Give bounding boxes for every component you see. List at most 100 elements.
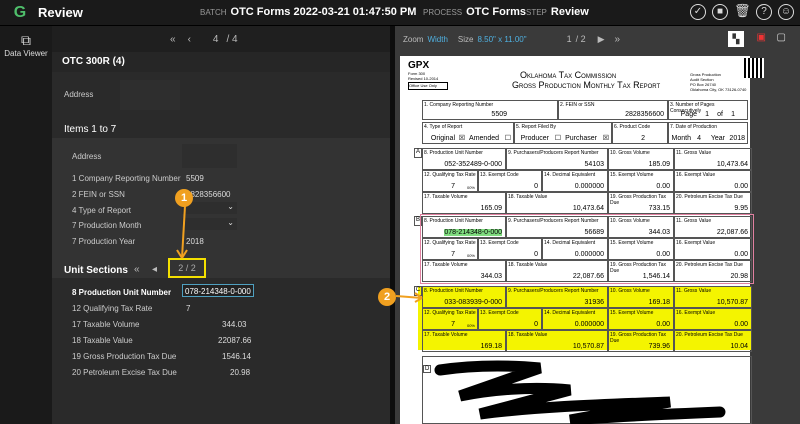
process-value: OTC Forms	[466, 6, 527, 18]
stop-icon[interactable]: ■	[712, 4, 728, 20]
page-total: / 4	[226, 33, 238, 45]
left-toolbar: « ‹ 4 / 4	[52, 26, 390, 52]
field-label: 15. Exempt Volume	[610, 172, 654, 178]
address-line: Oklahoma City, OK 73126-0740	[690, 87, 747, 92]
tax-rate-input[interactable]: 7	[186, 304, 190, 313]
form-cell-de: 14. Decimal Equivalent 0.000000	[542, 170, 608, 192]
field-label: 8. Production Unit Number	[424, 288, 483, 294]
field-value: 9.95	[734, 205, 748, 212]
field-value: 052-352489-0-000	[444, 161, 502, 168]
filed-by-cell: 5. Report Filed By Producer ☐ Purchaser ☒	[514, 122, 612, 144]
field-label: 10. Gross Volume	[610, 150, 650, 156]
top-bar: G Review BATCH OTC Forms 2022-03-21 01:47…	[0, 0, 800, 26]
viewer-page[interactable]: 1	[567, 34, 572, 44]
batch-info: BATCH OTC Forms 2022-03-21 01:47:50 PM	[200, 6, 416, 18]
layout-icon[interactable]: ▚	[728, 31, 744, 47]
prev-unit-icon[interactable]: ◂	[152, 264, 157, 275]
data-viewer-button[interactable]: ⧉ Data Viewer	[0, 26, 52, 58]
field-value: 1	[705, 111, 709, 118]
unit-section-fields: 8 Production Unit Number 078-214348-0-00…	[52, 282, 390, 424]
field-label: 15. Exempt Volume	[610, 310, 654, 316]
field-label: Purchaser	[565, 135, 597, 142]
tax-form-page: GPX Form 300 Revised 10-2014 Office Use …	[378, 56, 764, 424]
field-value: 165.09	[480, 205, 502, 212]
field-label: 14. Decimal Equivalent	[544, 310, 596, 316]
data-viewer-label: Data Viewer	[4, 49, 48, 58]
chevron-down-icon: ⌄	[227, 202, 234, 211]
help-icon[interactable]: ?	[756, 4, 772, 20]
page-icon[interactable]: ▢	[777, 32, 786, 43]
taxable-value-input[interactable]: 22087.66	[218, 336, 251, 345]
form-title-bar: OTC 300R (4)	[52, 52, 390, 72]
first-unit-icon[interactable]: «	[134, 264, 140, 275]
field-value: 10,473.64	[572, 205, 604, 212]
form-cell-qtr: 12. Qualifying Tax Rate 7 00%	[422, 308, 478, 330]
taxable-volume-input[interactable]: 344.03	[222, 320, 246, 329]
production-unit-input[interactable]: 078-214348-0-000	[182, 284, 254, 297]
form-cell-exv: 16. Exempt Value 0.00	[674, 170, 752, 192]
form-title-2: Gross Production Monthly Tax Report	[512, 80, 661, 90]
agency-address: Gross Production Audit Section PO Box 2674…	[690, 72, 746, 92]
zoom-select[interactable]: Width	[427, 35, 447, 44]
section-b-outline	[420, 214, 754, 284]
field-value: 169.18	[648, 299, 670, 306]
form-cell-pun: 8. Production Unit Number 052-352489-0-00…	[422, 148, 506, 170]
field-value: 2	[641, 135, 645, 142]
last-page-icon[interactable]: »	[615, 34, 621, 45]
prev-page-icon[interactable]: ‹	[188, 34, 191, 45]
company-number-cell: 1. Company Reporting Number 5509	[422, 100, 558, 120]
unit-item-label: 18 Taxable Value	[72, 336, 133, 345]
form-cell-exv: 16. Exempt Value 0.00	[674, 308, 752, 330]
field-label: 2. FEIN or SSN	[560, 102, 595, 108]
field-value: 0.000000	[574, 321, 604, 328]
company-number-input[interactable]: 5509	[186, 174, 204, 183]
form-cell-ec: 13. Exempt Code 0	[478, 170, 542, 192]
callout-1: 1	[175, 189, 193, 207]
pdf-icon[interactable]: ▣	[757, 32, 766, 43]
unit-item-label: 8 Production Unit Number	[72, 288, 172, 297]
field-label: 18. Taxable Value	[508, 194, 548, 200]
field-label: 17. Taxable Volume	[424, 332, 468, 338]
items-section: Address 1 Company Reporting Number 5509 …	[52, 138, 390, 278]
field-label: 8. Production Unit Number	[424, 150, 483, 156]
trash-icon[interactable]: 🗑	[734, 4, 751, 20]
fein-cell: 2. FEIN or SSN 2828356600	[558, 100, 668, 120]
unit-item-label: 12 Qualifying Tax Rate	[72, 304, 153, 313]
petroleum-tax-input[interactable]: 20.98	[230, 368, 250, 377]
qr-code-icon	[744, 58, 764, 78]
unchecked-box-icon: ☐	[554, 135, 561, 142]
callout-2-arrow	[396, 292, 423, 303]
office-use-box: Office Use Only	[408, 82, 448, 90]
address-input[interactable]	[182, 144, 237, 168]
user-icon[interactable]: ☺	[778, 4, 794, 20]
next-page-icon[interactable]: ▶	[598, 34, 605, 45]
field-label: 1. Company Reporting Number	[424, 102, 494, 108]
address-field[interactable]	[120, 80, 180, 110]
gross-tax-due-input[interactable]: 1546.14	[222, 352, 251, 361]
field-value: 169.18	[480, 343, 502, 350]
field-label: 7. Date of Production	[670, 124, 717, 130]
percent-label: 00%	[466, 323, 475, 328]
field-value: 0	[534, 183, 538, 190]
field-value: 0.00	[656, 321, 670, 328]
form-cell-tv: 17. Taxable Volume 165.09	[422, 192, 506, 214]
first-page-icon[interactable]: «	[170, 34, 176, 45]
field-label: 12. Qualifying Tax Rate	[424, 172, 476, 178]
field-value: 10,570.87	[716, 299, 748, 306]
field-label: 10. Gross Volume	[610, 288, 650, 294]
field-label: 9. Purchasers/Producers Report Number	[508, 150, 599, 156]
check-icon[interactable]: ✓	[690, 4, 706, 20]
page-number[interactable]: 4	[213, 34, 219, 45]
address-label: Address	[64, 90, 94, 99]
form-cell-gptd: 19. Gross Production Tax Due 733.15	[608, 192, 674, 214]
form-cell-qtr: 12. Qualifying Tax Rate 7 00%	[422, 170, 478, 192]
batch-label: BATCH	[200, 8, 227, 17]
field-label: 17. Taxable Volume	[424, 194, 468, 200]
step-info: STEP Review	[526, 6, 589, 18]
unchecked-box-icon: ☐	[504, 135, 511, 142]
field-label: Month	[671, 135, 691, 142]
field-value: 7	[451, 321, 455, 328]
field-value: 185.09	[648, 161, 670, 168]
item-label: 7 Production Year	[72, 237, 136, 246]
field-value: 033-083939-0-000	[444, 299, 502, 306]
